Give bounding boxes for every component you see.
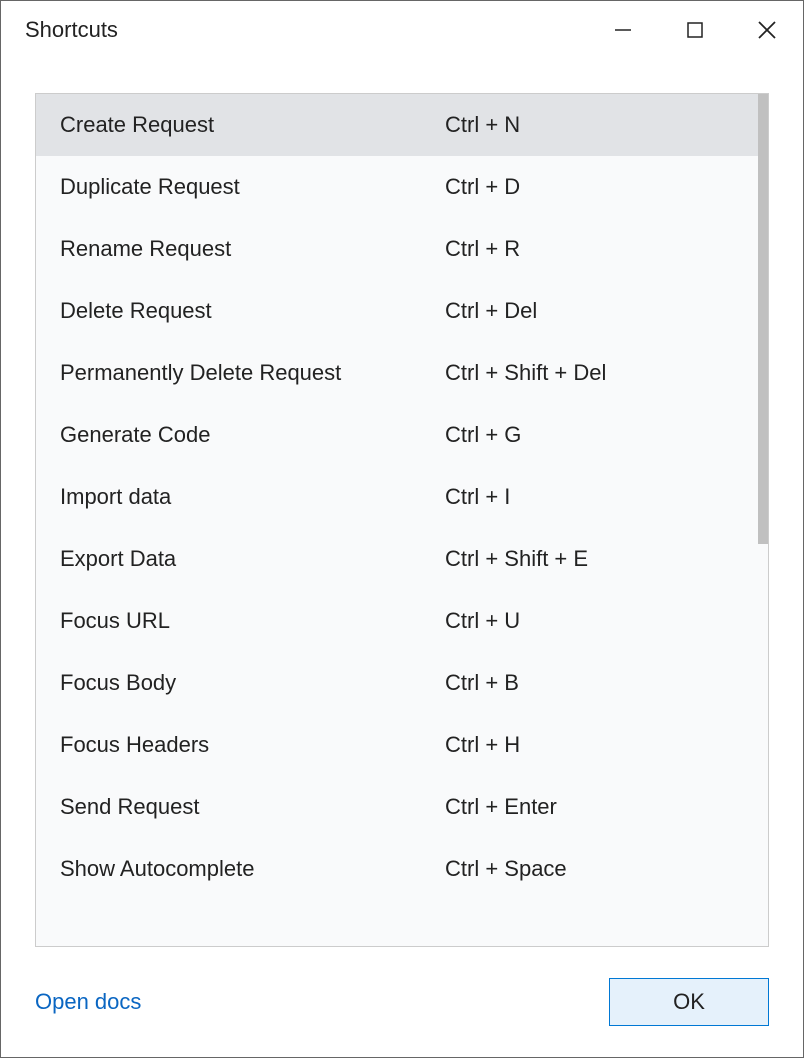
shortcut-action: Rename Request — [60, 236, 445, 262]
shortcut-keys: Ctrl + R — [445, 236, 744, 262]
titlebar: Shortcuts — [1, 1, 803, 59]
minimize-icon — [614, 21, 632, 39]
shortcut-row[interactable]: Generate CodeCtrl + G — [36, 404, 768, 466]
close-button[interactable] — [731, 1, 803, 59]
shortcut-row[interactable]: Focus URLCtrl + U — [36, 590, 768, 652]
close-icon — [757, 20, 777, 40]
ok-button[interactable]: OK — [609, 978, 769, 1026]
shortcut-row[interactable]: Delete RequestCtrl + Del — [36, 280, 768, 342]
shortcut-keys: Ctrl + N — [445, 112, 744, 138]
shortcut-keys: Ctrl + Del — [445, 298, 744, 324]
shortcut-action: Focus Body — [60, 670, 445, 696]
dialog-footer: Open docs OK — [1, 947, 803, 1057]
shortcut-keys: Ctrl + Shift + Del — [445, 360, 744, 386]
shortcut-row[interactable]: Permanently Delete RequestCtrl + Shift +… — [36, 342, 768, 404]
shortcut-keys: Ctrl + G — [445, 422, 744, 448]
shortcut-row[interactable]: Focus BodyCtrl + B — [36, 652, 768, 714]
shortcuts-dialog: Shortcuts Create RequestCtrl + N — [0, 0, 804, 1058]
shortcut-row[interactable]: Duplicate RequestCtrl + D — [36, 156, 768, 218]
dialog-content: Create RequestCtrl + NDuplicate RequestC… — [1, 59, 803, 947]
minimize-button[interactable] — [587, 1, 659, 59]
shortcut-action: Delete Request — [60, 298, 445, 324]
shortcut-action: Send Request — [60, 794, 445, 820]
shortcut-action: Show Autocomplete — [60, 856, 445, 882]
shortcut-keys: Ctrl + H — [445, 732, 744, 758]
window-controls — [587, 1, 803, 59]
window-title: Shortcuts — [25, 17, 587, 43]
shortcut-row[interactable]: Create RequestCtrl + N — [36, 94, 768, 156]
shortcuts-list[interactable]: Create RequestCtrl + NDuplicate RequestC… — [36, 94, 768, 946]
maximize-icon — [686, 21, 704, 39]
shortcut-keys: Ctrl + Space — [445, 856, 744, 882]
shortcut-row[interactable]: Send RequestCtrl + Enter — [36, 776, 768, 838]
shortcut-row[interactable]: Show AutocompleteCtrl + Space — [36, 838, 768, 900]
scrollbar-thumb[interactable] — [758, 94, 768, 544]
shortcut-row[interactable]: Export DataCtrl + Shift + E — [36, 528, 768, 590]
shortcut-action: Export Data — [60, 546, 445, 572]
shortcut-keys: Ctrl + D — [445, 174, 744, 200]
shortcut-action: Permanently Delete Request — [60, 360, 445, 386]
shortcut-keys: Ctrl + U — [445, 608, 744, 634]
shortcut-keys: Ctrl + Shift + E — [445, 546, 744, 572]
open-docs-link[interactable]: Open docs — [35, 989, 141, 1015]
shortcut-keys: Ctrl + I — [445, 484, 744, 510]
shortcut-row[interactable]: Import dataCtrl + I — [36, 466, 768, 528]
shortcut-row[interactable]: Focus HeadersCtrl + H — [36, 714, 768, 776]
shortcut-action: Import data — [60, 484, 445, 510]
shortcut-keys: Ctrl + Enter — [445, 794, 744, 820]
shortcuts-list-container: Create RequestCtrl + NDuplicate RequestC… — [35, 93, 769, 947]
shortcut-action: Duplicate Request — [60, 174, 445, 200]
shortcut-action: Create Request — [60, 112, 445, 138]
shortcut-row[interactable]: Rename RequestCtrl + R — [36, 218, 768, 280]
maximize-button[interactable] — [659, 1, 731, 59]
shortcut-action: Focus Headers — [60, 732, 445, 758]
shortcut-keys: Ctrl + B — [445, 670, 744, 696]
shortcut-action: Generate Code — [60, 422, 445, 448]
shortcut-action: Focus URL — [60, 608, 445, 634]
